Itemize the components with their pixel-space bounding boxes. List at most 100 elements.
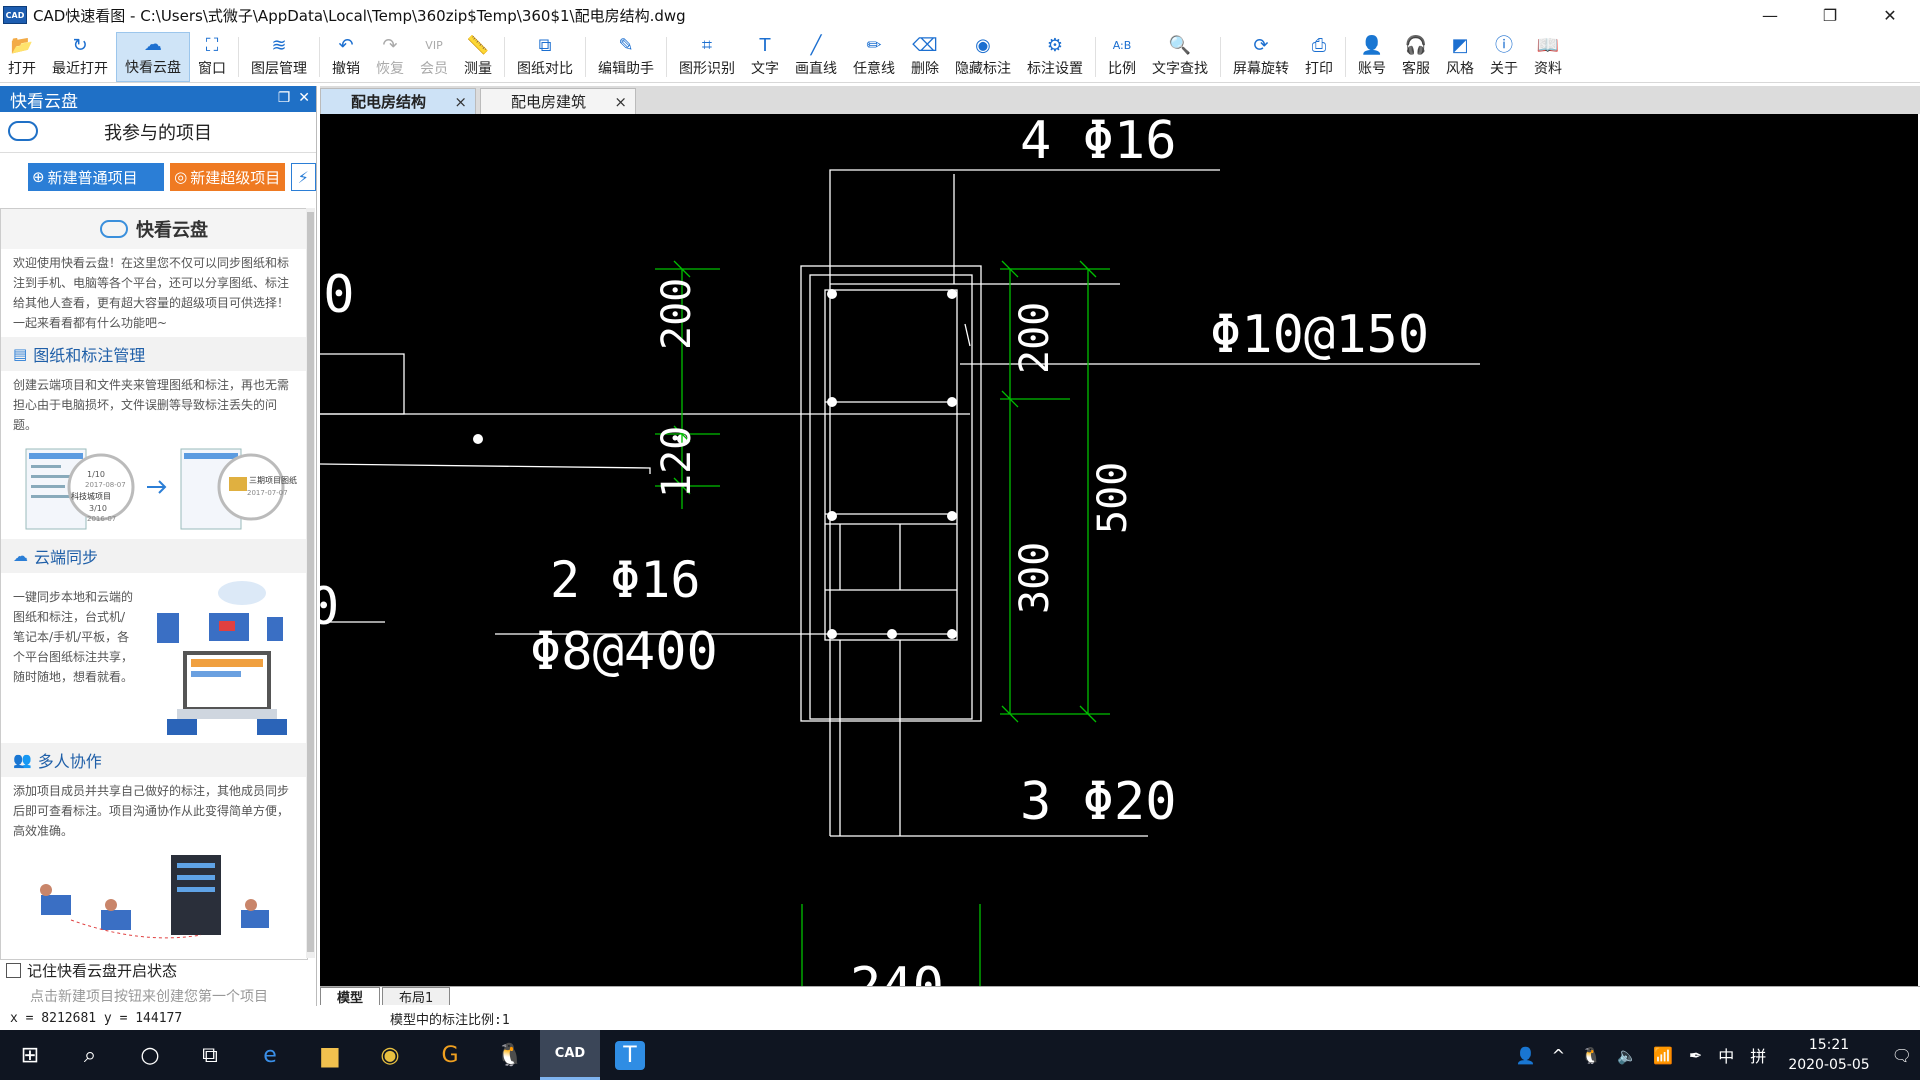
people-icon[interactable]: 👤 bbox=[1508, 1046, 1544, 1065]
toolbar-cloud-button[interactable]: ☁ 快看云盘 bbox=[116, 32, 190, 82]
toolbar-about-button[interactable]: ⓘ 关于 bbox=[1482, 32, 1526, 82]
qq-tray-icon[interactable]: 🐧 bbox=[1573, 1046, 1609, 1065]
notification-icon[interactable]: 🗨 bbox=[1884, 1046, 1920, 1065]
toolbar-recognize-button[interactable]: ⌗ 图形识别 bbox=[671, 32, 743, 82]
system-clock[interactable]: 15:21 2020-05-05 bbox=[1774, 1035, 1883, 1075]
restore-button[interactable]: ❐ bbox=[1800, 0, 1860, 30]
toolbar-print-button[interactable]: ⎙ 打印 bbox=[1297, 32, 1341, 82]
wifi-icon[interactable]: 📶 bbox=[1645, 1046, 1681, 1065]
g-app-icon[interactable]: G bbox=[420, 1030, 480, 1080]
undock-icon[interactable]: ❐ bbox=[278, 90, 291, 106]
toolbar-find-button[interactable]: 🔍 文字查找 bbox=[1144, 32, 1216, 82]
title-bar: CAD CAD快速看图 - C:\Users\式微子\AppData\Local… bbox=[0, 0, 1920, 30]
toolbar-separator bbox=[585, 37, 586, 77]
section-text: 一键同步本地和云端的图纸和标注，台式机/笔记本/手机/平板，各个平台图纸标注共享… bbox=[13, 590, 134, 684]
ime-chinese[interactable]: 中 bbox=[1710, 1043, 1742, 1067]
section-title: 多人协作 bbox=[37, 752, 102, 771]
remember-cloud-state[interactable]: 记住快看云盘开启状态 bbox=[6, 960, 177, 981]
close-tab-icon[interactable]: × bbox=[454, 93, 467, 111]
cloud-intro-panel: 快看云盘 欢迎使用快看云盘！在这里您不仅可以同步图纸和标注到手机、电脑等各个平台… bbox=[0, 208, 308, 960]
toolbar-line-button[interactable]: ╱ 画直线 bbox=[787, 32, 845, 82]
cad-canvas[interactable]: 4 Φ16 Φ10@150 200 120 200 500 300 2 Φ16 … bbox=[320, 114, 1918, 986]
toolbar-compare-button[interactable]: ⧉ 图纸对比 bbox=[509, 32, 581, 82]
toolbar-separator bbox=[1095, 37, 1096, 77]
toolbar-label: 撤销 bbox=[332, 61, 360, 77]
toolbar-text-button[interactable]: T 文字 bbox=[743, 32, 787, 82]
users-icon: 👥 bbox=[13, 751, 32, 769]
clock-date: 2020-05-05 bbox=[1788, 1057, 1870, 1073]
task-view-icon[interactable]: ⧉ bbox=[180, 1030, 240, 1080]
panel-title: 快看云盘 bbox=[136, 220, 208, 241]
tab-building[interactable]: 配电房建筑 × bbox=[480, 88, 636, 114]
toolbar-label: 屏幕旋转 bbox=[1233, 61, 1289, 77]
toolbar-undo-button[interactable]: ↶ 撤销 bbox=[324, 32, 368, 82]
t-app-icon[interactable]: T bbox=[600, 1030, 660, 1080]
cortana-icon[interactable]: ○ bbox=[120, 1030, 180, 1080]
toolbar-label: 打印 bbox=[1305, 61, 1333, 77]
section-collaboration: 👥 多人协作 bbox=[1, 743, 307, 777]
gear-icon: ⚙ bbox=[1046, 35, 1064, 56]
toolbar-window-button[interactable]: ⛶ 窗口 bbox=[190, 32, 234, 82]
close-sidebar-icon[interactable]: ✕ bbox=[298, 90, 310, 106]
collaboration-illustration bbox=[1, 845, 307, 945]
windows-start-icon[interactable]: ⊞ bbox=[0, 1030, 60, 1080]
annotation-text: 300 bbox=[1012, 542, 1058, 614]
toolbar-label: 快看云盘 bbox=[125, 60, 181, 76]
search-icon[interactable]: ⌕ bbox=[60, 1030, 120, 1080]
toolbar-mark-button[interactable]: ⚙ 标注设置 bbox=[1019, 32, 1091, 82]
toolbar-label: 恢复 bbox=[376, 61, 404, 77]
volume-icon[interactable]: 🔈 bbox=[1609, 1046, 1645, 1065]
rotate-icon: ⟳ bbox=[1253, 35, 1269, 56]
toolbar-vip-button[interactable]: VIP 会员 bbox=[412, 32, 456, 82]
drawing-svg[interactable]: 4 Φ16 Φ10@150 200 120 200 500 300 2 Φ16 … bbox=[320, 114, 1918, 986]
toolbar-label: 编辑助手 bbox=[598, 61, 654, 77]
toolbar-separator bbox=[504, 37, 505, 77]
toolbar-account-button[interactable]: 👤 账号 bbox=[1350, 32, 1394, 82]
toolbar-delete-button[interactable]: ⌫ 删除 bbox=[903, 32, 947, 82]
toolbar-support-button[interactable]: 🎧 客服 bbox=[1394, 32, 1438, 82]
eye-icon: ◉ bbox=[975, 35, 991, 56]
tray-expand-icon[interactable]: ^ bbox=[1544, 1046, 1573, 1065]
qq-icon[interactable]: 🐧 bbox=[480, 1030, 540, 1080]
section-title: 图纸和标注管理 bbox=[33, 346, 146, 365]
ime-pinyin[interactable]: 拼 bbox=[1742, 1043, 1774, 1067]
chrome-icon[interactable]: ◉ bbox=[360, 1030, 420, 1080]
minimize-button[interactable]: — bbox=[1740, 0, 1800, 30]
printer-icon: ⎙ bbox=[1311, 35, 1327, 56]
toolbar-redo-button[interactable]: ↷ 恢复 bbox=[368, 32, 412, 82]
intro-text: 欢迎使用快看云盘！在这里您不仅可以同步图纸和标注到手机、电脑等各个平台，还可以分… bbox=[13, 256, 290, 330]
tab-structure[interactable]: 配电房结构 × bbox=[320, 88, 476, 114]
toolbar-style-button[interactable]: ◩ 风格 bbox=[1438, 32, 1482, 82]
toolbar-docs-button[interactable]: 📖 资料 bbox=[1526, 32, 1570, 82]
toolbar-measure-button[interactable]: 📏 测量 bbox=[456, 32, 500, 82]
toolbar-layers-button[interactable]: ≋ 图层管理 bbox=[243, 32, 315, 82]
cad-app-taskbar-icon[interactable]: CAD bbox=[540, 1030, 600, 1080]
new-super-project-button[interactable]: ◎ 新建超级项目 bbox=[170, 163, 285, 191]
toolbar-recent-button[interactable]: ↻ 最近打开 bbox=[44, 32, 116, 82]
file-explorer-icon[interactable]: ▆ bbox=[300, 1030, 360, 1080]
toolbar-open-button[interactable]: 📂 打开 bbox=[0, 32, 44, 82]
toolbar-scale-button[interactable]: A:B 比例 bbox=[1100, 32, 1144, 82]
toolbar-edit-button[interactable]: ✎ 编辑助手 bbox=[590, 32, 662, 82]
toolbar-rotate-button[interactable]: ⟳ 屏幕旋转 bbox=[1225, 32, 1297, 82]
toolbar-label: 窗口 bbox=[198, 61, 226, 77]
new-normal-project-button[interactable]: ⊕ 新建普通项目 bbox=[28, 163, 165, 191]
refresh-icon[interactable]: ⚡ bbox=[290, 163, 316, 191]
pen-icon[interactable]: ✒ bbox=[1681, 1046, 1710, 1065]
close-tab-icon[interactable]: × bbox=[614, 93, 627, 111]
remember-checkbox[interactable] bbox=[6, 963, 21, 978]
toolbar-freeline-button[interactable]: ✏ 任意线 bbox=[845, 32, 903, 82]
edit-icon: ✎ bbox=[618, 35, 634, 56]
tab-layout1[interactable]: 布局1 bbox=[382, 987, 451, 1006]
tab-model[interactable]: 模型 bbox=[320, 987, 381, 1006]
annotation-text: 2 Φ16 bbox=[550, 551, 701, 609]
cloud-logo-icon bbox=[100, 220, 128, 238]
layout-tabs: 模型 布局1 bbox=[320, 986, 1920, 1006]
close-button[interactable]: ✕ bbox=[1860, 0, 1920, 30]
sidebar-scrollbar[interactable] bbox=[306, 208, 315, 958]
edge-browser-icon[interactable]: e bbox=[240, 1030, 300, 1080]
remember-label: 记住快看云盘开启状态 bbox=[27, 962, 178, 980]
toolbar-separator bbox=[1220, 37, 1221, 77]
scroll-thumb[interactable] bbox=[307, 212, 314, 952]
toolbar-hide-button[interactable]: ◉ 隐藏标注 bbox=[947, 32, 1019, 82]
